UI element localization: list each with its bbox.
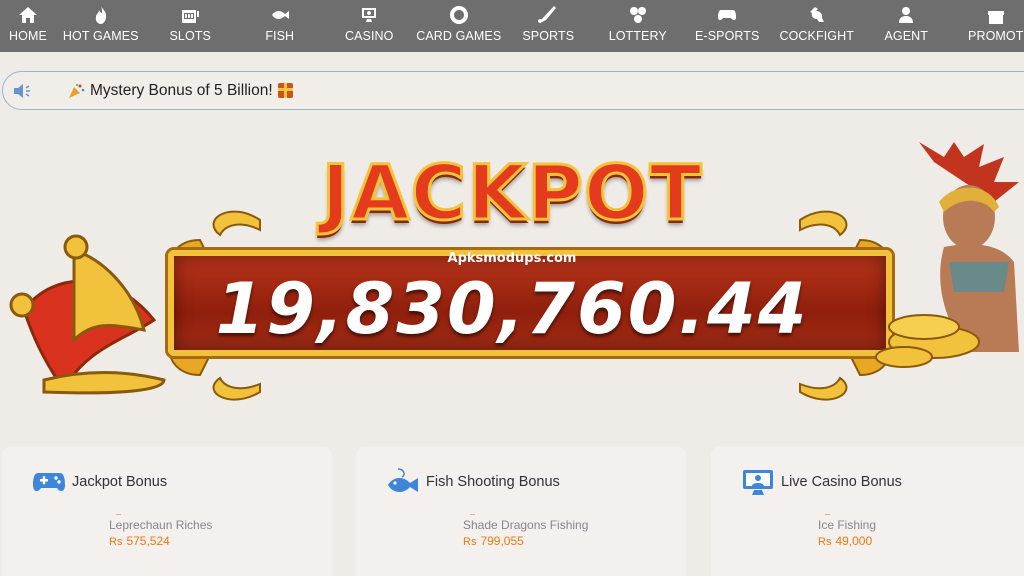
nav-label: SLOTS [169, 29, 211, 43]
card-title: Live Casino Bonus [781, 474, 902, 490]
fish-shooting-bonus-card[interactable]: Fish Shooting Bonus Shade Dragons Fishin… [356, 447, 686, 576]
nav-label: CARD GAMES [416, 29, 502, 43]
nav-item-agent[interactable]: AGENT [862, 0, 952, 52]
nav-item-promotions[interactable]: PROMOT [951, 0, 1024, 52]
nav-item-card-games[interactable]: CARD GAMES [414, 0, 504, 52]
slot-machine-icon [179, 4, 201, 26]
poker-chip-icon [448, 4, 470, 26]
jackpot-amount: 19,830,760.44 [215, 268, 809, 350]
fire-icon [90, 4, 112, 26]
card-header: Jackpot Bonus [32, 467, 167, 497]
lottery-balls-icon [627, 4, 649, 26]
top-nav: HOME HOT GAMES SLOTS FISH CASINO CARD GA… [0, 0, 1024, 52]
nav-label: CASINO [344, 29, 394, 43]
amount-value: 799,055 [480, 534, 524, 548]
watermark-text: Apksmodups.com [447, 251, 577, 266]
currency-label: Rs [109, 536, 123, 548]
nav-label: PROMOT [968, 29, 1024, 43]
party-popper-icon [69, 83, 85, 98]
nav-label: HOT GAMES [62, 29, 139, 43]
divider [470, 514, 475, 515]
currency-label: Rs [818, 536, 832, 548]
marquee-text: Mystery Bonus of 5 Billion! [90, 81, 273, 99]
marquee-message: Mystery Bonus of 5 Billion! [68, 82, 293, 100]
divider [116, 514, 121, 515]
bonus-amount: Rs 49,000 [818, 534, 872, 548]
speaker-icon [14, 83, 30, 98]
nav-item-hot-games[interactable]: HOT GAMES [56, 0, 146, 52]
nav-item-fish[interactable]: FISH [235, 0, 325, 52]
nav-item-slots[interactable]: SLOTS [146, 0, 236, 52]
nav-item-casino[interactable]: CASINO [325, 0, 415, 52]
bonus-amount: Rs 575,524 [109, 534, 170, 548]
nav-item-lottery[interactable]: LOTTERY [593, 0, 683, 52]
jackpot-bonus-card[interactable]: Jackpot Bonus Leprechaun Riches Rs 575,52… [2, 447, 332, 576]
home-icon [17, 4, 39, 26]
divider [825, 514, 830, 515]
nav-item-e-sports[interactable]: E-SPORTS [683, 0, 773, 52]
fish-icon [388, 468, 418, 493]
card-header: Live Casino Bonus [741, 467, 902, 497]
card-title: Fish Shooting Bonus [426, 474, 560, 490]
nav-item-cockfight[interactable]: COCKFIGHT [772, 0, 862, 52]
jackpot-title: JACKPOT [320, 147, 703, 239]
dealer-icon [743, 470, 773, 495]
game-name: Ice Fishing [818, 518, 877, 532]
gamepad-icon [33, 473, 65, 492]
gift-box-icon [277, 83, 293, 98]
nav-label: FISH [265, 29, 295, 43]
nav-label: HOME [9, 29, 47, 43]
nav-label: LOTTERY [608, 29, 667, 43]
jackpot-banner[interactable]: JACKPOT Apksmodups.com 19,830,760.44 [0, 118, 1024, 428]
game-name: Shade Dragons Fishing [463, 518, 589, 532]
currency-label: Rs [463, 536, 477, 548]
fish-icon [269, 4, 291, 26]
nav-label: AGENT [884, 29, 929, 43]
gamepad-icon [716, 4, 738, 26]
dealer-icon [358, 4, 380, 26]
game-name: Leprechaun Riches [109, 518, 213, 532]
bonus-amount: Rs 799,055 [463, 534, 524, 548]
rooster-icon [806, 4, 828, 26]
amount-value: 49,000 [835, 534, 873, 548]
nav-item-sports[interactable]: SPORTS [504, 0, 594, 52]
announcement-marquee[interactable]: Mystery Bonus of 5 Billion! [2, 71, 1024, 110]
card-title: Jackpot Bonus [72, 474, 168, 490]
card-header: Fish Shooting Bonus [386, 467, 560, 497]
hockey-icon [537, 4, 559, 26]
nav-label: COCKFIGHT [779, 29, 854, 43]
nav-label: E-SPORTS [695, 29, 760, 43]
agent-icon [895, 4, 917, 26]
nav-label: SPORTS [522, 29, 575, 43]
gift-icon [985, 4, 1007, 26]
nav-item-home[interactable]: HOME [0, 0, 56, 52]
amount-value: 575,524 [126, 534, 170, 548]
live-casino-bonus-card[interactable]: Live Casino Bonus Ice Fishing Rs 49,000 [711, 447, 1024, 576]
